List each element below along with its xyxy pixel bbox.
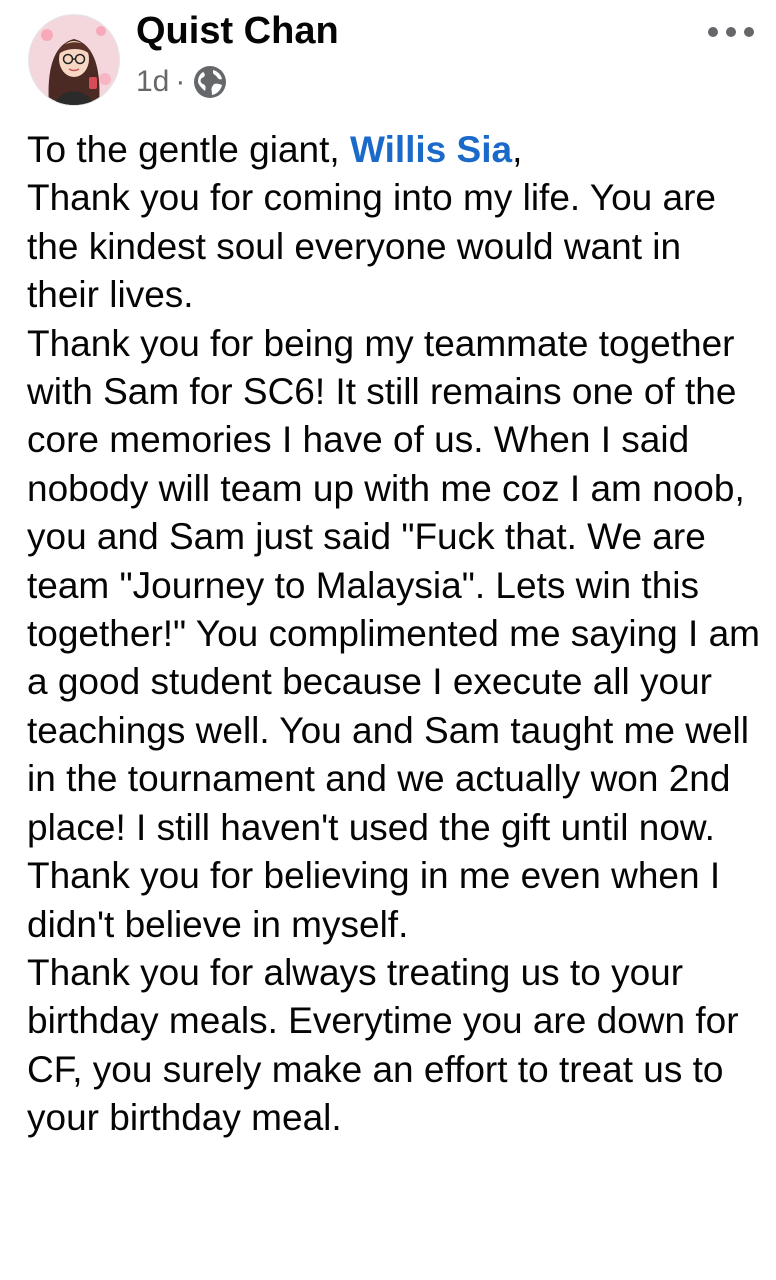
greeting-prefix: To the gentle giant, (27, 129, 350, 170)
post-header: Quist Chan 1d · (0, 0, 776, 120)
more-options-icon (708, 27, 718, 37)
post-paragraph: Thank you for coming into my life. You a… (27, 177, 716, 316)
more-options-icon (744, 27, 754, 37)
meta-separator: · (175, 65, 186, 98)
post-body: To the gentle giant, Willis Sia, Thank y… (27, 126, 762, 1143)
mention-link[interactable]: Willis Sia (350, 129, 512, 170)
greeting-line: To the gentle giant, Willis Sia, (27, 126, 762, 174)
globe-icon[interactable] (193, 65, 227, 99)
author-name[interactable]: Quist Chan (136, 10, 339, 53)
greeting-suffix: , (512, 129, 523, 170)
post-paragraph: Thank you for being my teammate together… (27, 322, 760, 848)
avatar[interactable] (28, 14, 120, 106)
post-paragraph: Thank you for always treating us to your… (27, 951, 739, 1139)
post-timestamp[interactable]: 1d (136, 65, 169, 99)
more-options-icon (726, 27, 736, 37)
more-options-button[interactable] (708, 20, 754, 44)
post-paragraph: Thank you for believing in me even when … (27, 855, 721, 945)
post-meta: 1d · (136, 62, 227, 102)
profile-picture-icon (29, 15, 119, 105)
